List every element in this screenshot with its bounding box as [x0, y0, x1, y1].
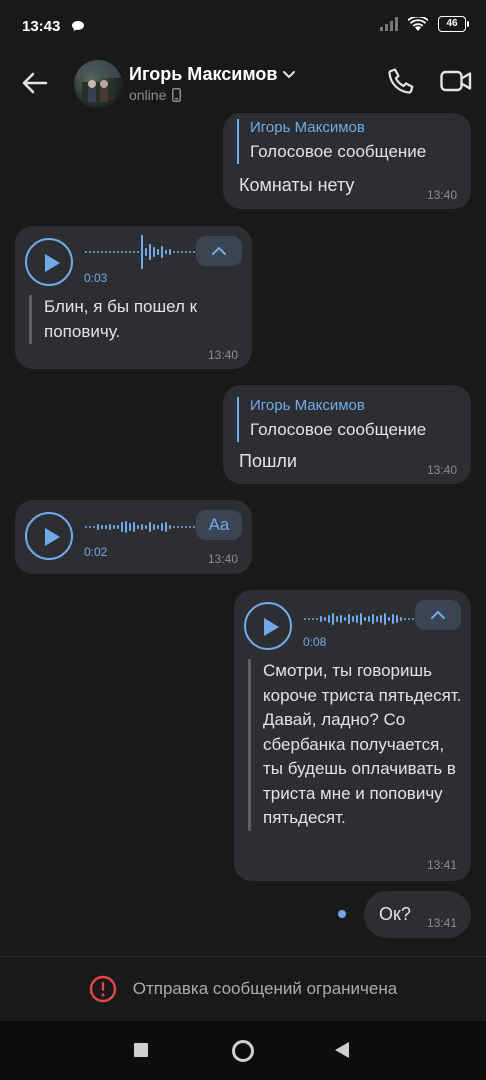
phone-call-icon[interactable]	[386, 66, 416, 96]
status-icons: 46	[380, 16, 469, 32]
system-navigation-bar	[0, 1021, 486, 1080]
chevron-up-icon	[212, 247, 226, 255]
chevron-up-icon	[431, 611, 445, 619]
collapse-transcript-button[interactable]	[196, 236, 242, 266]
message-bubble-incoming[interactable]: 0:03 Блин, я бы пошел к поповичу. 13:40	[15, 226, 252, 369]
reply-text: Голосовое сообщение	[250, 420, 427, 439]
chat-notification-icon	[72, 21, 84, 31]
play-icon[interactable]	[25, 238, 73, 286]
signal-icon	[380, 17, 398, 31]
voice-transcript: Смотри, ты говоришь короче триста пятьде…	[248, 659, 463, 831]
reply-author: Игорь Максимов	[250, 119, 365, 136]
voice-duration: 0:02	[84, 545, 108, 559]
show-transcript-button[interactable]: Aa	[196, 510, 242, 540]
message-bubble-outgoing[interactable]: Игорь Максимов Голосовое сообщение Пошли…	[223, 385, 471, 484]
back-arrow-icon[interactable]	[20, 68, 50, 98]
mobile-icon	[172, 88, 182, 102]
message-bubble-outgoing[interactable]: Игорь Максимов Голосовое сообщение Комна…	[223, 113, 471, 209]
reply-quote[interactable]: Игорь Максимов Голосовое сообщение	[237, 397, 426, 442]
back-nav-icon[interactable]	[334, 1041, 350, 1059]
voice-transcript: Блин, я бы пошел к поповичу.	[29, 295, 234, 344]
restriction-text: Отправка сообщений ограничена	[132, 979, 398, 998]
home-icon[interactable]	[231, 1039, 255, 1063]
wifi-icon	[408, 16, 428, 31]
message-bubble-outgoing[interactable]: 0:08 Смотри, ты говоришь короче триста п…	[234, 590, 471, 881]
message-bubble-incoming[interactable]: 0:02 Aa 13:40	[15, 500, 252, 574]
message-time: 13:41	[426, 916, 457, 930]
message-bubble-outgoing[interactable]: Ок? 13:41	[364, 891, 471, 938]
online-status-label: online	[129, 87, 167, 103]
message-time: 13:40	[426, 463, 457, 477]
reply-text: Голосовое сообщение	[250, 142, 427, 161]
unread-indicator	[338, 910, 346, 918]
messaging-restricted-banner: Отправка сообщений ограничена	[0, 957, 486, 1021]
message-time: 13:40	[207, 552, 238, 566]
message-time: 13:41	[426, 858, 457, 872]
voice-duration: 0:03	[84, 271, 108, 285]
message-text: Ок?	[379, 904, 411, 924]
message-text: Пошли	[239, 451, 297, 471]
status-time: 13:43	[22, 18, 61, 35]
message-time: 13:40	[426, 188, 457, 202]
warning-icon	[89, 975, 116, 1003]
recents-icon[interactable]	[133, 1042, 149, 1058]
contact-avatar[interactable]	[74, 60, 122, 108]
contact-name[interactable]: Игорь Максимов	[129, 64, 296, 85]
chevron-down-icon	[283, 70, 296, 78]
play-icon[interactable]	[25, 512, 73, 560]
reply-quote[interactable]: Игорь Максимов Голосовое сообщение	[237, 119, 426, 164]
message-text: Комнаты нету	[239, 175, 355, 195]
video-call-icon[interactable]	[440, 66, 472, 96]
message-time: 13:40	[207, 348, 238, 362]
voice-duration: 0:08	[303, 635, 327, 649]
battery-icon: 46	[438, 16, 469, 32]
play-icon[interactable]	[244, 602, 292, 650]
collapse-transcript-button[interactable]	[415, 600, 461, 630]
contact-name-label: Игорь Максимов	[129, 64, 278, 84]
chat-header: Игорь Максимов online	[0, 56, 486, 114]
reply-author: Игорь Максимов	[250, 397, 365, 414]
contact-status: online	[129, 87, 182, 103]
status-bar: 13:43 46	[0, 0, 486, 56]
